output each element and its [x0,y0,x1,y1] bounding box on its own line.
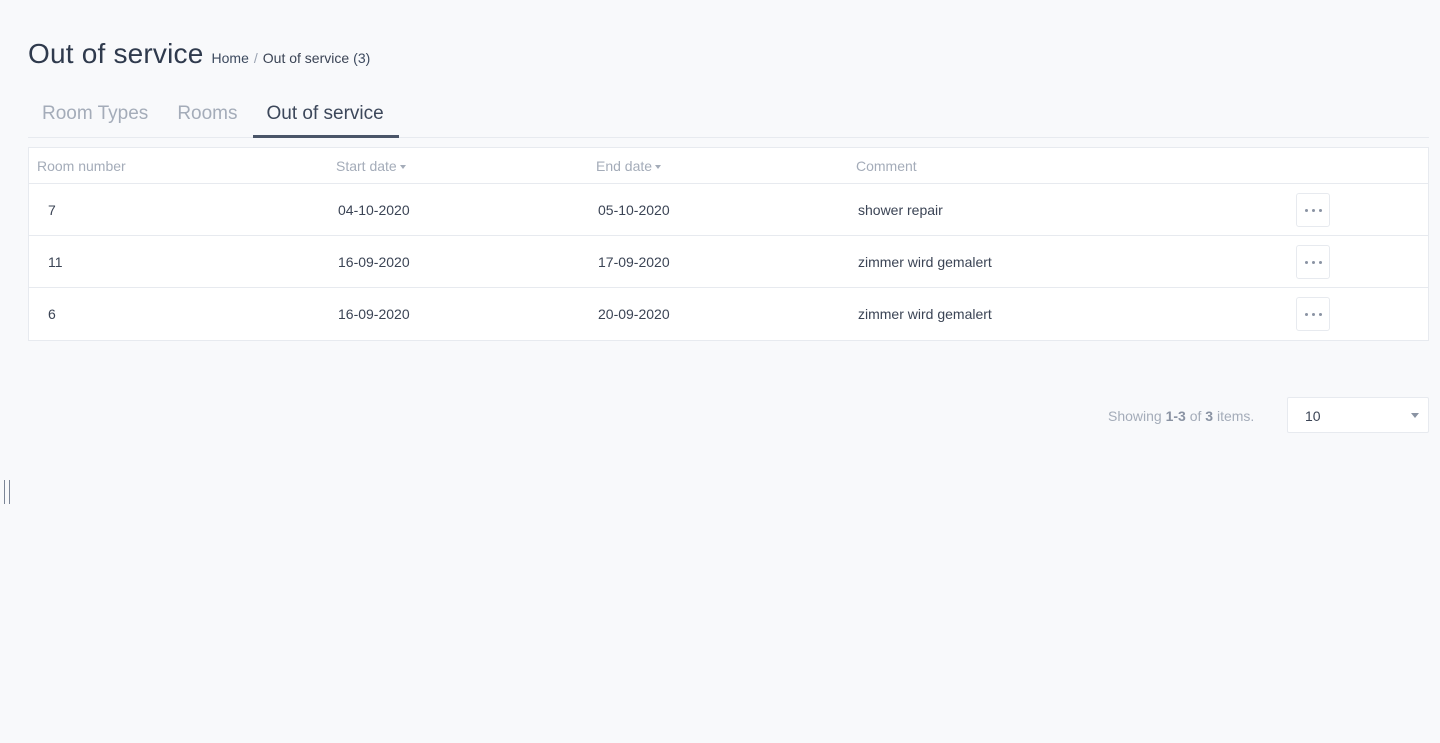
cell-comment: zimmer wird gemalert [858,306,992,322]
breadcrumb-home-link[interactable]: Home [212,50,249,66]
column-header-room-number[interactable]: Room number [37,158,126,174]
more-dots-icon [1318,260,1322,264]
column-header-comment[interactable]: Comment [856,158,917,174]
out-of-service-table: Room number Start date End date Comment … [28,147,1429,341]
column-header-end-date[interactable]: End date [596,158,662,174]
row-actions-button[interactable] [1296,297,1330,331]
cell-start-date: 16-09-2020 [338,254,410,270]
more-dots-icon [1311,312,1315,316]
cell-end-date: 17-09-2020 [598,254,670,270]
more-dots-icon [1304,260,1308,264]
column-header-label: Start date [336,158,397,174]
column-header-start-date[interactable]: Start date [336,158,406,174]
tab-out-of-service[interactable]: Out of service [252,90,399,138]
cell-end-date: 20-09-2020 [598,306,670,322]
more-dots-icon [1318,208,1322,212]
column-header-label: Room number [37,158,126,174]
table-header-row: Room number Start date End date Comment [29,148,1428,184]
table-row: 7 04-10-2020 05-10-2020 shower repair [29,184,1428,236]
cell-room-number: 11 [48,254,63,270]
column-header-label: Comment [856,158,917,174]
more-dots-icon [1304,312,1308,316]
page-size-select[interactable]: 10 [1287,397,1429,433]
pagination-of-label: of [1189,408,1202,424]
cell-comment: zimmer wird gemalert [858,254,992,270]
pagination-total: 3 [1205,408,1214,424]
table-row: 11 16-09-2020 17-09-2020 zimmer wird gem… [29,236,1428,288]
more-dots-icon [1318,312,1322,316]
page-title: Out of service [28,38,204,69]
page-size-value: 10 [1305,408,1321,424]
breadcrumb-count: (3) [353,50,371,66]
cell-comment: shower repair [858,202,943,218]
pagination-showing-label: Showing [1108,408,1162,424]
cell-start-date: 16-09-2020 [338,306,410,322]
pagination-items-label: items. [1216,408,1255,424]
more-dots-icon [1311,208,1315,212]
cell-room-number: 7 [48,202,56,218]
page-header: Out of service Home / Out of service (3) [28,38,370,70]
page: Out of service Home / Out of service (3)… [0,0,1440,743]
tab-rooms[interactable]: Rooms [163,90,252,138]
table-row: 6 16-09-2020 20-09-2020 zimmer wird gema… [29,288,1428,340]
cell-end-date: 05-10-2020 [598,202,670,218]
row-actions-button[interactable] [1296,245,1330,279]
breadcrumb-current: Out of service [262,50,350,66]
tab-bar: Room Types Rooms Out of service [28,90,1429,138]
text-cursor-icon [4,480,10,504]
breadcrumb: Home / Out of service (3) [212,50,371,66]
more-dots-icon [1311,260,1315,264]
sort-caret-icon [399,165,406,169]
pagination-summary: Showing 1-3 of 3 items. [1108,408,1254,424]
breadcrumb-separator: / [253,50,258,66]
cell-start-date: 04-10-2020 [338,202,410,218]
chevron-down-icon [1411,413,1419,418]
cell-room-number: 6 [48,306,56,322]
row-actions-button[interactable] [1296,193,1330,227]
pagination-range: 1-3 [1165,408,1186,424]
column-header-label: End date [596,158,653,174]
sort-caret-icon [655,165,662,169]
more-dots-icon [1304,208,1308,212]
tab-room-types[interactable]: Room Types [28,90,163,138]
